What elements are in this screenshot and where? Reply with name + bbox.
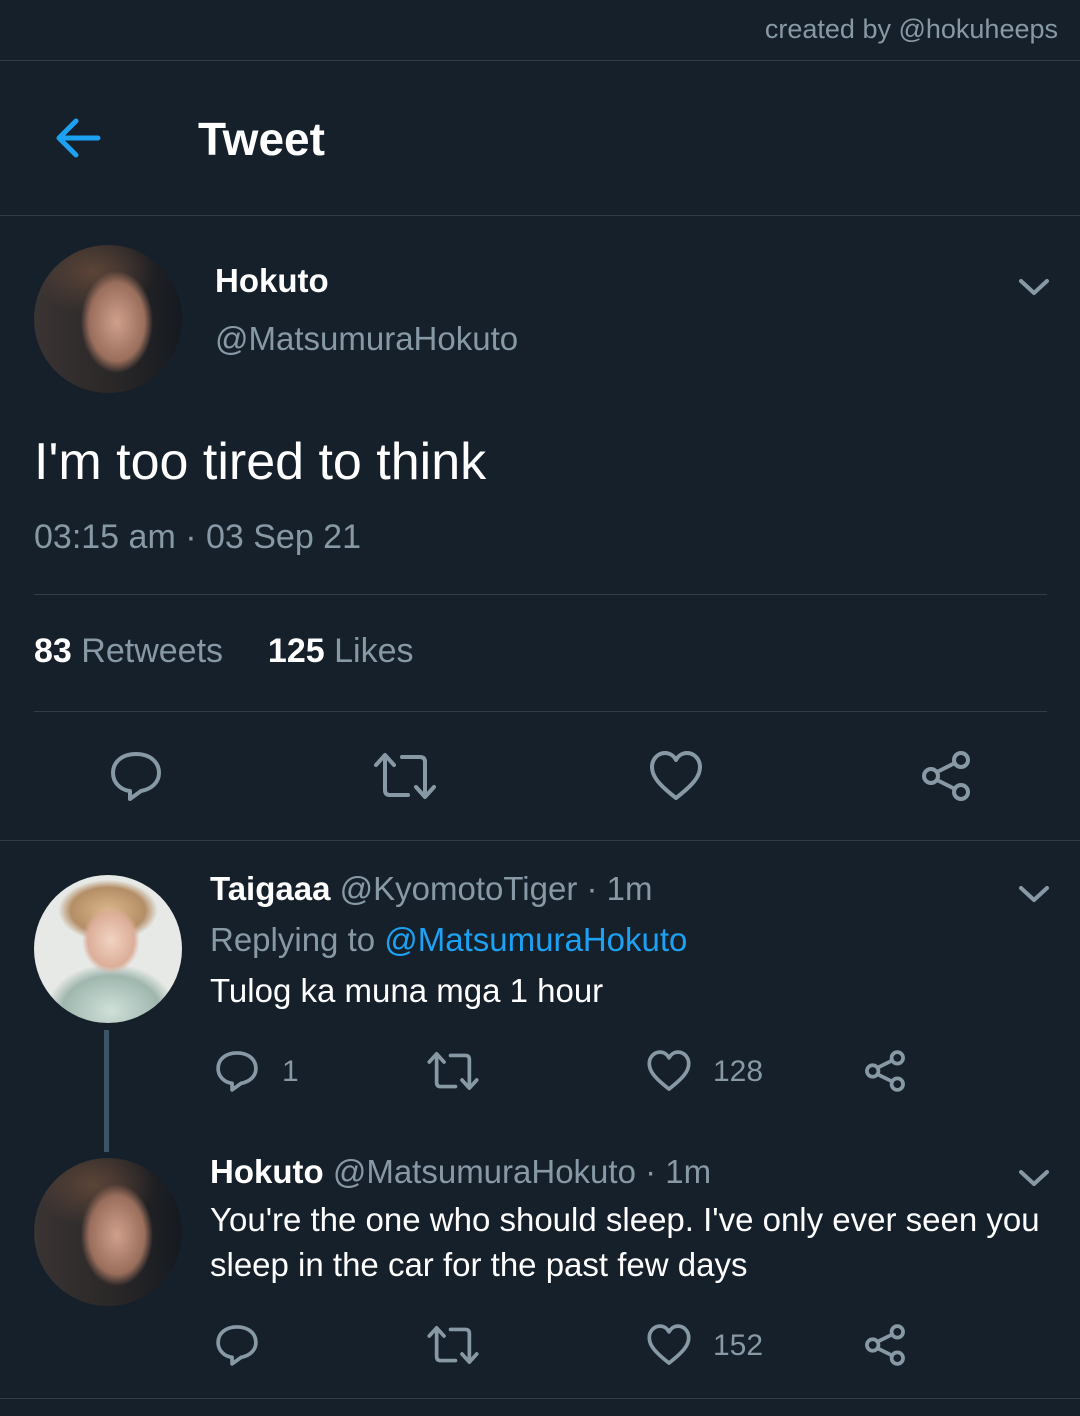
share-button[interactable] [862,1322,908,1373]
header-divider [0,215,1080,216]
reply-icon [216,1325,258,1366]
back-arrow-icon[interactable] [52,112,104,164]
retweet-button[interactable] [426,1322,480,1373]
likes-label[interactable]: Likes [334,632,413,670]
retweet-icon [427,1325,479,1365]
replying-to-link[interactable]: @MatsumuraHokuto [384,921,687,958]
heart-icon [650,751,702,800]
thread-line [104,1030,109,1152]
reply-author-name[interactable]: Taigaaa [210,870,330,907]
reply-button[interactable] [214,1048,260,1099]
page-title: Tweet [198,113,325,165]
reply-author-handle[interactable]: @MatsumuraHokuto [333,1153,636,1190]
heart-icon [647,1050,691,1091]
reply-text: You're the one who should sleep. I've on… [210,1201,1040,1283]
like-button[interactable] [646,1048,692,1099]
like-button[interactable] [648,748,704,809]
avatar[interactable] [34,245,182,393]
avatar[interactable] [34,1158,182,1306]
tweet-timestamp: 03:15 am · 03 Sep 21 [34,518,362,556]
chevron-down-icon[interactable] [1017,1167,1051,1189]
top-divider [0,60,1080,61]
retweets-label[interactable]: Retweets [81,632,223,670]
likes-count[interactable]: 125 [268,632,325,670]
share-icon [922,751,970,801]
share-icon [865,1324,905,1366]
share-button[interactable] [862,1048,908,1099]
retweet-icon [427,1051,479,1091]
tweet-stats: 83 Retweets 125 Likes [34,632,413,671]
reply-time: · 1m [586,870,653,907]
chevron-down-icon[interactable] [1017,276,1051,298]
replies-divider [0,840,1080,841]
replying-to-prefix: Replying to [210,921,376,958]
reply-time: · 1m [645,1153,712,1190]
reply-count: 1 [282,1055,299,1088]
reply-header: Taigaaa @KyomotoTiger · 1m [210,870,652,908]
author-name[interactable]: Hokuto [215,262,329,300]
author-handle[interactable]: @MatsumuraHokuto [215,320,518,358]
tweet-text: I'm too tired to think [34,433,487,491]
replying-to: Replying to @MatsumuraHokuto [210,921,687,959]
credit-text: created by @hokuheeps [764,14,1058,44]
reply-text: Tulog ka muna mga 1 hour [210,972,604,1009]
retweet-icon [374,753,436,799]
like-count: 152 [713,1329,764,1362]
stats-bottom-divider [34,711,1047,712]
bottom-divider [0,1398,1080,1399]
share-button[interactable] [918,748,974,809]
reply-author-name[interactable]: Hokuto [210,1153,324,1190]
like-button[interactable] [646,1322,692,1373]
retweet-button[interactable] [372,748,438,809]
heart-icon [647,1324,691,1365]
avatar[interactable] [34,875,182,1023]
reply-header: Hokuto @MatsumuraHokuto · 1m [210,1153,711,1191]
stats-top-divider [34,594,1047,595]
reply-icon [216,1051,258,1092]
retweets-count[interactable]: 83 [34,632,72,670]
reply-button[interactable] [214,1322,260,1373]
reply-button[interactable] [108,748,164,809]
like-count: 128 [713,1055,764,1088]
chevron-down-icon[interactable] [1017,883,1051,905]
share-icon [865,1050,905,1092]
reply-author-handle[interactable]: @KyomotoTiger [340,870,578,907]
retweet-button[interactable] [426,1048,480,1099]
reply-icon [111,752,161,801]
